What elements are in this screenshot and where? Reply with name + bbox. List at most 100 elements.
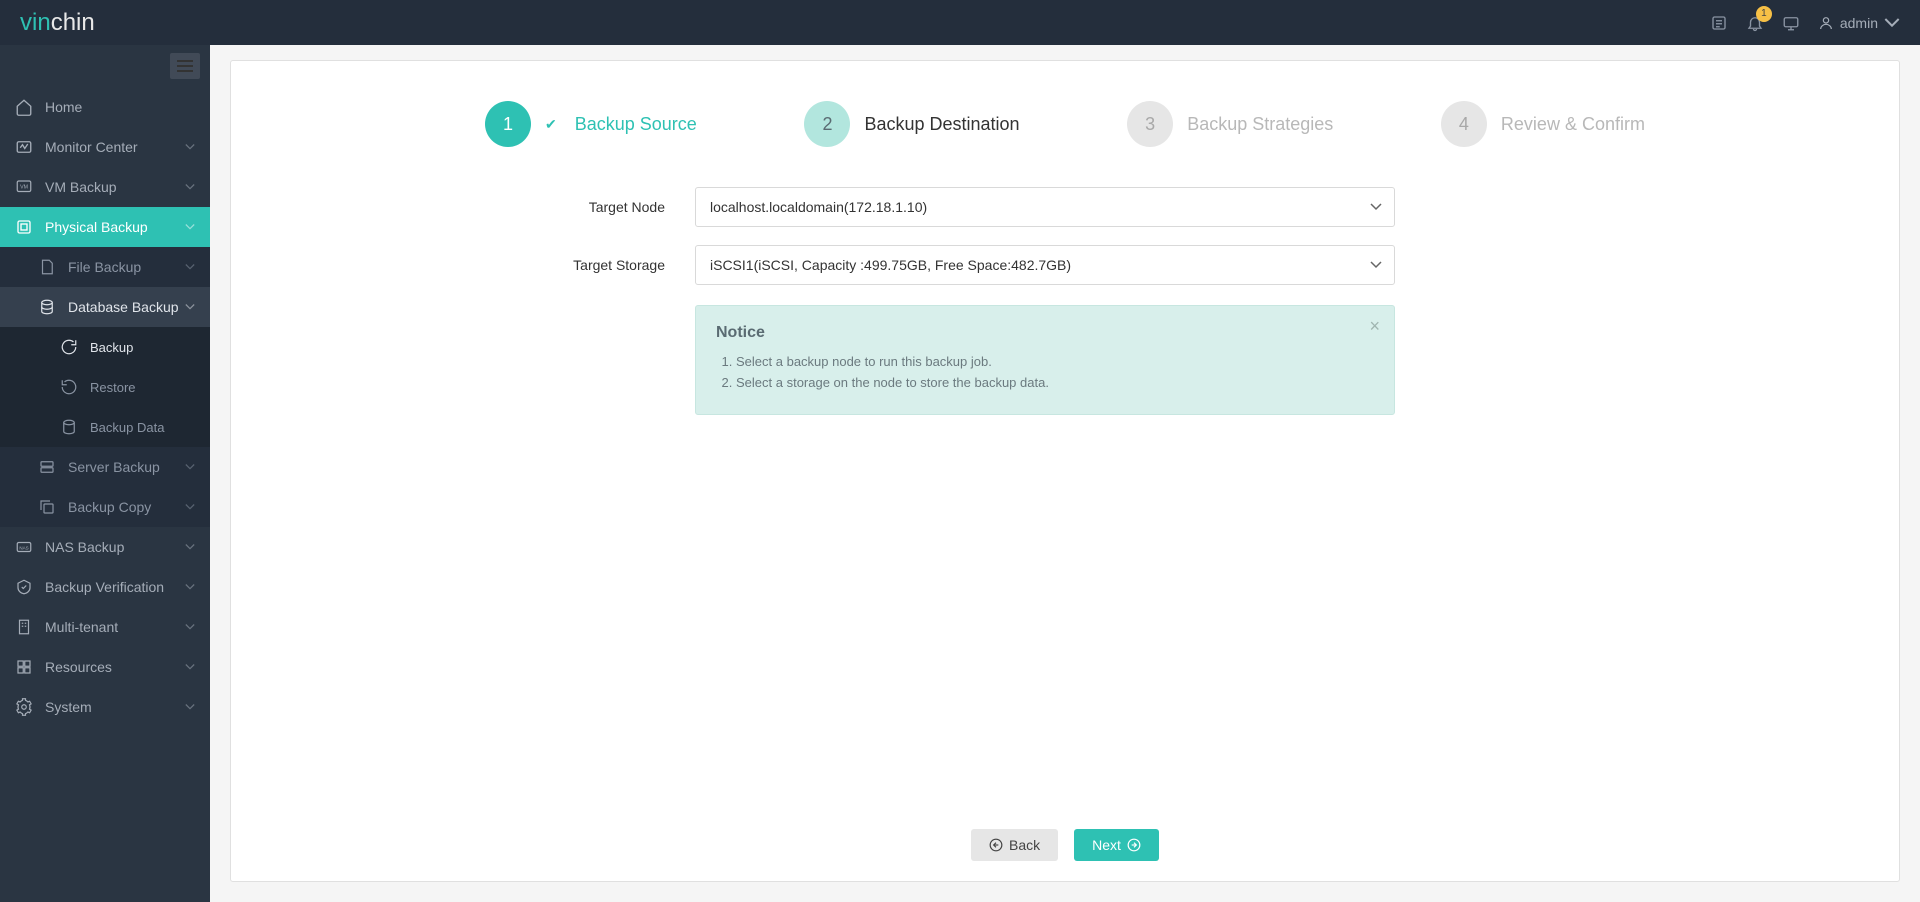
- nav-server-backup[interactable]: Server Backup: [0, 447, 210, 487]
- sidebar-toggle-row: [0, 45, 210, 87]
- nav-physical-backup[interactable]: Physical Backup: [0, 207, 210, 247]
- nav-db-data[interactable]: Backup Data: [0, 407, 210, 447]
- nav-label: System: [45, 699, 185, 715]
- top-header: vinchin 1 admin: [0, 0, 1920, 45]
- target-node-row: Target Node localhost.localdomain(172.18…: [485, 187, 1645, 227]
- user-menu[interactable]: admin: [1818, 15, 1900, 31]
- nav-system[interactable]: System: [0, 687, 210, 727]
- nav-label: Monitor Center: [45, 139, 185, 155]
- svg-text:VM: VM: [20, 185, 28, 191]
- chevron-down-icon: [185, 582, 195, 592]
- chevron-down-icon: [185, 502, 195, 512]
- notification-bell-icon[interactable]: 1: [1746, 14, 1764, 32]
- file-icon: [38, 258, 56, 276]
- nav-label: Backup Data: [90, 420, 195, 435]
- nav-label: VM Backup: [45, 179, 185, 195]
- step-number: 1: [485, 101, 531, 147]
- chevron-down-icon: [185, 222, 195, 232]
- restore-icon: [60, 378, 78, 396]
- chevron-down-icon: [185, 702, 195, 712]
- step-number: 2: [804, 101, 850, 147]
- notice-item: Select a backup node to run this backup …: [736, 354, 1374, 369]
- notice-title: Notice: [716, 324, 1374, 342]
- arrow-left-circle-icon: [989, 838, 1003, 852]
- wizard-step-2[interactable]: 2 Backup Destination: [804, 101, 1019, 147]
- wizard-step-4[interactable]: 4 Review & Confirm: [1441, 101, 1645, 147]
- database-icon: [38, 298, 56, 316]
- nav-label: Home: [45, 99, 195, 115]
- nav-label: Resources: [45, 659, 185, 675]
- notice-list: Select a backup node to run this backup …: [716, 354, 1374, 390]
- chevron-down-icon: [185, 462, 195, 472]
- nav-home[interactable]: Home: [0, 87, 210, 127]
- nas-icon: NAS: [15, 538, 33, 556]
- nav-database-backup[interactable]: Database Backup: [0, 287, 210, 327]
- sidebar-toggle[interactable]: [170, 53, 200, 79]
- chevron-down-icon: [185, 182, 195, 192]
- wizard-step-1[interactable]: 1 ✔ Backup Source: [485, 101, 697, 147]
- tenant-icon: [15, 618, 33, 636]
- next-button[interactable]: Next: [1074, 829, 1159, 861]
- arrow-right-circle-icon: [1127, 838, 1141, 852]
- nav-label: Backup: [90, 340, 195, 355]
- notice-item: Select a storage on the node to store th…: [736, 375, 1374, 390]
- task-list-icon[interactable]: [1710, 14, 1728, 32]
- nav-label: NAS Backup: [45, 539, 185, 555]
- nav-multi-tenant[interactable]: Multi-tenant: [0, 607, 210, 647]
- nav-resources[interactable]: Resources: [0, 647, 210, 687]
- target-storage-select[interactable]: iSCSI1(iSCSI, Capacity :499.75GB, Free S…: [695, 245, 1395, 285]
- wizard-steps: 1 ✔ Backup Source 2 Backup Destination 3…: [485, 101, 1645, 147]
- nav-label: Physical Backup: [45, 219, 185, 235]
- nav-physical-sub: File Backup Database Backup Backup Resto…: [0, 247, 210, 527]
- target-node-label: Target Node: [485, 199, 695, 215]
- verify-icon: [15, 578, 33, 596]
- nav-label: Database Backup: [68, 299, 185, 315]
- nav-label: Restore: [90, 380, 195, 395]
- notice-close-button[interactable]: ×: [1369, 316, 1380, 337]
- nav-file-backup[interactable]: File Backup: [0, 247, 210, 287]
- gear-icon: [15, 698, 33, 716]
- brand-logo[interactable]: vinchin: [20, 9, 95, 37]
- nav-db-backup[interactable]: Backup: [0, 327, 210, 367]
- nav-backup-copy[interactable]: Backup Copy: [0, 487, 210, 527]
- nav-label: Backup Copy: [68, 499, 185, 515]
- notice-box: × Notice Select a backup node to run thi…: [695, 305, 1395, 415]
- nav-database-subsub: Backup Restore Backup Data: [0, 327, 210, 447]
- back-button[interactable]: Back: [971, 829, 1058, 861]
- nav-label: Multi-tenant: [45, 619, 185, 635]
- wizard-footer: Back Next: [291, 809, 1839, 861]
- chevron-down-icon: [185, 622, 195, 632]
- chevron-down-icon: [185, 662, 195, 672]
- header-right: 1 admin: [1710, 14, 1900, 32]
- chevron-down-icon: [185, 262, 195, 272]
- chevron-down-icon: [185, 542, 195, 552]
- step-label: Backup Source: [575, 114, 697, 135]
- main-layout: Home Monitor Center VM VM Backup Physica…: [0, 45, 1920, 902]
- target-node-select[interactable]: localhost.localdomain(172.18.1.10): [695, 187, 1395, 227]
- step-label: Backup Strategies: [1187, 114, 1333, 135]
- hamburger-icon: [177, 59, 193, 73]
- backup-icon: [60, 338, 78, 356]
- next-label: Next: [1092, 837, 1121, 853]
- nav-nas-backup[interactable]: NAS NAS Backup: [0, 527, 210, 567]
- target-storage-row: Target Storage iSCSI1(iSCSI, Capacity :4…: [485, 245, 1645, 285]
- display-icon[interactable]: [1782, 14, 1800, 32]
- monitor-icon: [15, 138, 33, 156]
- home-icon: [15, 98, 33, 116]
- step-number: 3: [1127, 101, 1173, 147]
- notification-badge: 1: [1756, 6, 1772, 22]
- nav-vm-backup[interactable]: VM VM Backup: [0, 167, 210, 207]
- nav-backup-verification[interactable]: Backup Verification: [0, 567, 210, 607]
- brand-part2: chin: [51, 9, 95, 37]
- chevron-down-icon: [185, 302, 195, 312]
- back-label: Back: [1009, 837, 1040, 853]
- check-icon: ✔: [545, 116, 557, 133]
- database-icon: [60, 418, 78, 436]
- nav-db-restore[interactable]: Restore: [0, 367, 210, 407]
- step-label: Backup Destination: [864, 114, 1019, 135]
- copy-icon: [38, 498, 56, 516]
- step-number: 4: [1441, 101, 1487, 147]
- wizard-step-3[interactable]: 3 Backup Strategies: [1127, 101, 1333, 147]
- nav-monitor-center[interactable]: Monitor Center: [0, 127, 210, 167]
- physical-icon: [15, 218, 33, 236]
